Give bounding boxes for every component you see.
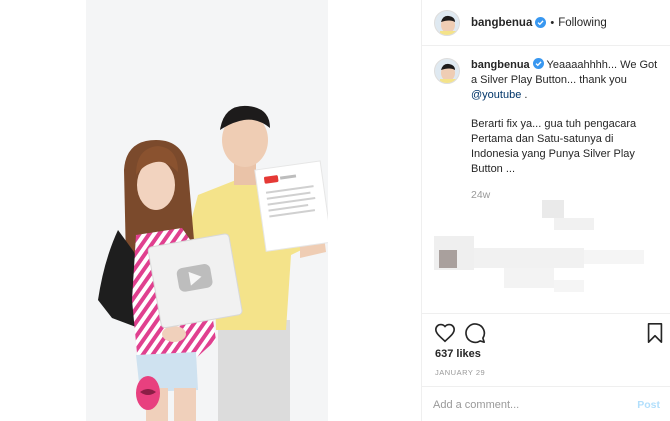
instagram-post-modal: bangbenua • Following bangbenua Yeaaaahh… <box>0 0 670 421</box>
post-photo[interactable] <box>86 0 328 421</box>
likes-count[interactable]: 637 likes <box>435 348 481 360</box>
following-button[interactable]: Following <box>558 17 607 29</box>
verified-badge-icon <box>535 17 547 28</box>
separator-dot: • <box>550 16 555 29</box>
caption-row: bangbenua Yeaaaahhhh... We Got a Silver … <box>434 58 666 177</box>
verified-badge-icon <box>532 58 544 69</box>
caption-timestamp[interactable]: 24w <box>471 189 666 201</box>
caption-suffix: . <box>521 89 528 101</box>
avatar-image <box>435 10 459 35</box>
caption-avatar[interactable] <box>434 58 460 84</box>
avatar-image <box>435 59 459 83</box>
post-date[interactable]: JANUARY 29 <box>435 368 485 377</box>
post-header: bangbenua • Following <box>422 0 670 46</box>
post-image-panel <box>0 0 421 421</box>
caption-username[interactable]: bangbenua <box>471 59 530 71</box>
header-username[interactable]: bangbenua <box>471 17 532 29</box>
caption-text: bangbenua Yeaaaahhhh... We Got a Silver … <box>471 58 661 177</box>
avatar[interactable] <box>434 9 460 36</box>
comment-input[interactable] <box>433 395 623 415</box>
comment-bar: Post <box>421 386 670 421</box>
post-button[interactable]: Post <box>637 399 660 411</box>
caption-body-second: Berarti fix ya... gua tuh pengacara Pert… <box>471 118 637 175</box>
actions-divider <box>421 313 670 314</box>
play-button-plaque <box>147 233 243 329</box>
comment-icon[interactable] <box>464 322 486 344</box>
bookmark-icon[interactable] <box>644 322 666 344</box>
comments-area: bangbenua Yeaaaahhhh... We Got a Silver … <box>434 58 666 304</box>
heart-icon[interactable] <box>434 322 456 344</box>
photo-illustration <box>86 0 328 421</box>
mention-link[interactable]: @youtube <box>471 89 521 101</box>
